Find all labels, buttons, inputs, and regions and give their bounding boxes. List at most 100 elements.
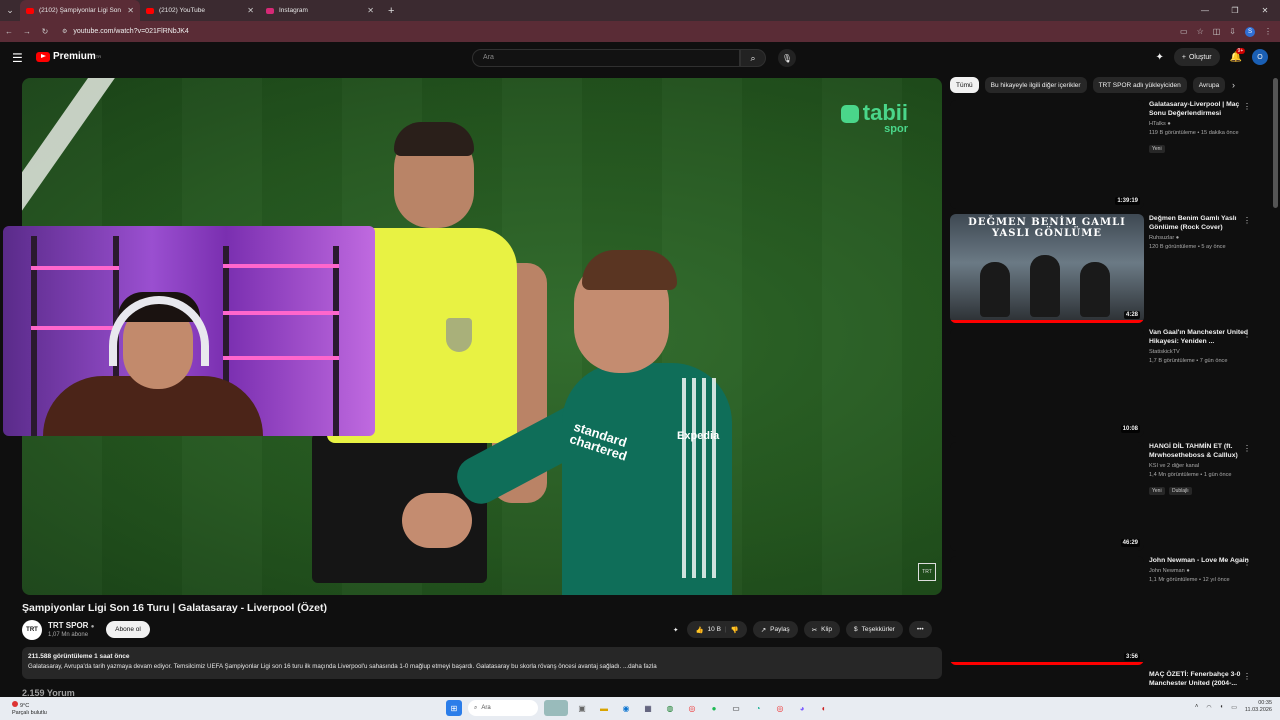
more-options-icon[interactable]: ⋮: [1243, 330, 1251, 339]
recommendation-title[interactable]: HANGİ DİL TAHMİN ET (ft. Mrwhosetheboss …: [1149, 442, 1249, 460]
chip-uploader[interactable]: TRT SPOR adlı yükleyiciden: [1092, 77, 1187, 93]
clip-button[interactable]: ✂ Klip: [803, 621, 840, 638]
windows-start-icon[interactable]: ⊞: [446, 700, 462, 716]
recommendation-item[interactable]: 10:08 Van Gaal'ın Manchester United Hika…: [950, 328, 1260, 437]
search-input[interactable]: Ara: [472, 49, 740, 67]
battery-icon[interactable]: ▭: [1231, 704, 1237, 711]
more-options-icon[interactable]: ⋮: [1243, 672, 1251, 681]
weather-widget[interactable]: 9°C Parçalı bulutlu: [12, 701, 47, 717]
channel-name[interactable]: TRT SPOR ●: [48, 621, 94, 630]
share-button[interactable]: ↗ Paylaş: [752, 621, 798, 638]
recommendation-item[interactable]: MAÇ ÖZETİ: Fenerbahçe 3-0 Manchester Uni…: [950, 670, 1260, 696]
recommendation-item[interactable]: 1:39:19 Galatasaray-Liverpool | Maç Sonu…: [950, 100, 1260, 209]
create-button[interactable]: + Oluştur: [1173, 48, 1220, 66]
wifi-icon[interactable]: ◠: [1206, 704, 1211, 711]
youtube-favicon-icon: [146, 7, 154, 14]
subscribe-button[interactable]: Abone ol: [106, 621, 150, 638]
close-tab-icon[interactable]: ✕: [127, 6, 134, 15]
scrollbar[interactable]: [1273, 78, 1278, 208]
terminal-icon[interactable]: ▭: [728, 700, 744, 716]
recommendation-channel[interactable]: StatiskickTV: [1149, 349, 1180, 355]
recommendation-title[interactable]: Galatasaray-Liverpool | Maç Sonu Değerle…: [1149, 100, 1249, 118]
like-button[interactable]: 👍 10 B | 👎: [687, 621, 747, 638]
recommendation-channel[interactable]: John Newman: [1149, 568, 1185, 574]
chip-related[interactable]: Bu hikayeyle ilgili diğer içerikler: [984, 77, 1087, 93]
new-tab-button[interactable]: +: [380, 5, 402, 17]
video-thumbnail[interactable]: 46:29: [950, 442, 1144, 551]
taskbar-search[interactable]: ⌕ Ara: [468, 700, 538, 716]
bookmark-star-icon[interactable]: ☆: [1197, 27, 1204, 36]
reload-icon[interactable]: ↻: [36, 27, 54, 36]
more-options-icon[interactable]: ⋮: [1243, 444, 1251, 453]
chip-europe[interactable]: Avrupa: [1192, 77, 1226, 93]
task-view-icon[interactable]: ▣: [574, 700, 590, 716]
close-tab-icon[interactable]: ✕: [367, 6, 374, 15]
more-options-icon[interactable]: ⋮: [1243, 102, 1251, 111]
profile-avatar[interactable]: S: [1245, 26, 1255, 37]
recommendation-channel[interactable]: KSI ve 2 diğer kanal: [1149, 463, 1199, 469]
more-options-icon[interactable]: ⋮: [1243, 216, 1251, 225]
video-thumbnail[interactable]: 10:08: [950, 328, 1144, 437]
clock[interactable]: 00:35 11.03.2026: [1245, 700, 1272, 715]
recommendation-title[interactable]: Van Gaal'ın Manchester United Hikayesi: …: [1149, 328, 1249, 346]
xbox-icon[interactable]: ◍: [662, 700, 678, 716]
microphone-icon[interactable]: 🎙: [778, 49, 796, 67]
recommendation-item[interactable]: DEĞMEN BENİM GAMLI YASLI GÖNLÜME 4:28 De…: [950, 214, 1260, 323]
search-icon[interactable]: ⌕: [740, 49, 766, 67]
whatsapp-icon[interactable]: ◔: [750, 700, 766, 716]
thumbs-down-icon[interactable]: 👎: [731, 626, 739, 634]
file-explorer-icon[interactable]: ▬: [596, 700, 612, 716]
volume-icon[interactable]: ◖: [1220, 704, 1224, 710]
recommendation-channel[interactable]: Ruhsuzlar: [1149, 235, 1174, 241]
browser-tab-3[interactable]: Instagram ✕: [260, 0, 380, 21]
app-icon[interactable]: ◐: [816, 700, 832, 716]
more-actions-button[interactable]: •••: [908, 621, 932, 638]
recommendation-channel[interactable]: HTalks: [1149, 121, 1166, 127]
downloads-icon[interactable]: ⇩: [1229, 27, 1236, 36]
video-thumbnail[interactable]: 1:39:19: [950, 100, 1144, 209]
widgets-icon[interactable]: [544, 700, 568, 716]
gemini-icon[interactable]: ✦: [1156, 52, 1164, 63]
chevron-right-icon[interactable]: ›: [1232, 80, 1235, 90]
cast-icon[interactable]: ▭: [1180, 27, 1188, 36]
channel-avatar[interactable]: TRT: [22, 620, 42, 640]
thanks-button[interactable]: $ Teşekkürler: [845, 621, 903, 638]
store-icon[interactable]: ▦: [640, 700, 656, 716]
shelf-light: [223, 264, 339, 268]
browser-tab-1[interactable]: (2102) Şampiyonlar Ligi Son 16 ✕: [20, 0, 140, 21]
ask-ai-icon[interactable]: ✦: [670, 621, 681, 638]
discord-icon[interactable]: ◕: [794, 700, 810, 716]
browser-tab-2[interactable]: (2102) YouTube ✕: [140, 0, 260, 21]
extensions-icon[interactable]: ◫: [1213, 27, 1221, 36]
edge-icon[interactable]: ◉: [618, 700, 634, 716]
recommendation-title[interactable]: MAÇ ÖZETİ: Fenerbahçe 3-0 Manchester Uni…: [1149, 670, 1249, 688]
recommendation-title[interactable]: Değmen Benim Gamlı Yaslı Gönlüme (Rock C…: [1149, 214, 1249, 232]
recommendation-item[interactable]: 3:56 John Newman - Love Me Again John Ne…: [950, 556, 1260, 665]
minimize-icon[interactable]: —: [1190, 6, 1220, 15]
video-thumbnail[interactable]: 3:56: [950, 556, 1144, 665]
close-window-icon[interactable]: ✕: [1250, 6, 1280, 15]
youtube-header: ☰ Premium TR Ara ⌕ 🎙 ✦ + Oluştur 🔔 9+ O: [0, 42, 1280, 74]
tab-search-icon[interactable]: ⌄: [0, 0, 20, 21]
description-box[interactable]: 211.588 görüntüleme 1 saat önce Galatasa…: [22, 647, 942, 679]
recommendation-item[interactable]: 46:29 HANGİ DİL TAHMİN ET (ft. Mrwhoseth…: [950, 442, 1260, 551]
menu-hamburger-icon[interactable]: ☰: [12, 51, 23, 65]
spotify-icon[interactable]: ●: [706, 700, 722, 716]
tray-chevron-icon[interactable]: ˄: [1195, 704, 1199, 710]
forward-icon[interactable]: →: [18, 27, 36, 36]
back-icon[interactable]: ←: [0, 27, 18, 36]
chip-all[interactable]: Tümü: [950, 77, 979, 93]
url-field[interactable]: ⚙ youtube.com/watch?v=021FlRNbJK4: [62, 28, 189, 35]
maximize-icon[interactable]: ❐: [1220, 6, 1250, 15]
chrome-icon[interactable]: ◎: [684, 700, 700, 716]
chrome-icon[interactable]: ◎: [772, 700, 788, 716]
account-avatar[interactable]: O: [1252, 49, 1268, 65]
site-info-icon[interactable]: ⚙: [62, 28, 67, 35]
notifications-bell-icon[interactable]: 🔔 9+: [1230, 47, 1246, 63]
close-tab-icon[interactable]: ✕: [247, 6, 254, 15]
video-thumbnail[interactable]: DEĞMEN BENİM GAMLI YASLI GÖNLÜME 4:28: [950, 214, 1144, 323]
youtube-logo[interactable]: Premium TR: [36, 51, 101, 62]
browser-menu-icon[interactable]: ⋮: [1264, 27, 1272, 36]
more-options-icon[interactable]: ⋮: [1243, 558, 1251, 567]
recommendation-title[interactable]: John Newman - Love Me Again: [1149, 556, 1249, 565]
